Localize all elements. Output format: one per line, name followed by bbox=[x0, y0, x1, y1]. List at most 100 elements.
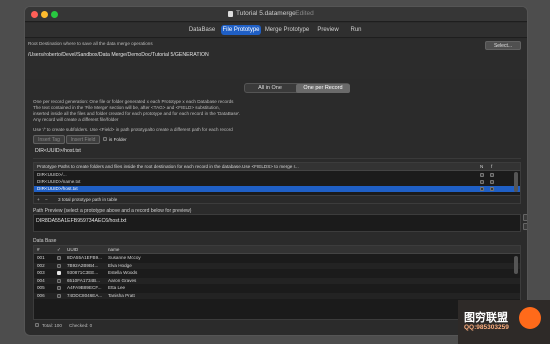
database-scrollbar[interactable] bbox=[514, 256, 518, 274]
divider bbox=[33, 158, 521, 159]
is-folder-checkbox[interactable] bbox=[103, 137, 107, 141]
root-destination-label: Root Destination where to save all the d… bbox=[28, 41, 153, 46]
record-checkbox[interactable] bbox=[57, 256, 61, 260]
record-checkbox[interactable] bbox=[57, 271, 61, 275]
record-number: 001 bbox=[37, 255, 45, 260]
database-row[interactable]: 006 74DDC8046EA... Tanisha Pratt bbox=[34, 292, 520, 299]
record-name: Estella Woods bbox=[108, 270, 138, 275]
record-uuid: 74DDC8046EA... bbox=[67, 292, 103, 298]
database-table-header: # ✓ UUID name bbox=[34, 246, 520, 254]
root-destination-panel: Root Destination where to save all the d… bbox=[25, 39, 527, 79]
prototype-folder-checkbox[interactable] bbox=[490, 187, 494, 191]
copy-icon[interactable] bbox=[523, 214, 527, 221]
insert-field-button[interactable]: Insert Field bbox=[66, 135, 100, 144]
refresh-icon[interactable] bbox=[523, 223, 527, 230]
prototype-row[interactable]: DIR<UUID>/name.txt bbox=[34, 179, 520, 185]
database-checked: Checked: 0 bbox=[69, 323, 93, 328]
column-f-header: f bbox=[491, 164, 493, 169]
mode-all-in-one[interactable]: All in One bbox=[245, 84, 295, 93]
prototype-table-header-text: Prototype Paths to create folders and fi… bbox=[37, 164, 299, 169]
record-name: Susanne Mccoy bbox=[108, 255, 141, 260]
prototype-toolbar: Insert Tag Insert Field is Folder bbox=[33, 135, 173, 144]
prototype-table-footer: + − 3 total prototype path in table bbox=[34, 195, 520, 203]
app-window: Tutorial 5.datamerge — Edited DataBase F… bbox=[24, 6, 528, 336]
insert-tag-button[interactable]: Insert Tag bbox=[33, 135, 65, 144]
record-number: 006 bbox=[37, 292, 45, 298]
prototype-table-header: Prototype Paths to create folders and fi… bbox=[34, 163, 520, 171]
watermark-qq: QQ:985303259 bbox=[464, 324, 509, 331]
database-label: Data Base bbox=[33, 238, 57, 244]
zoom-window-button[interactable] bbox=[51, 11, 58, 18]
close-window-button[interactable] bbox=[31, 11, 38, 18]
record-name: Aaron Graves bbox=[108, 277, 137, 283]
root-destination-path: /Users/roberto/Devel/Sandbox/Data Merge/… bbox=[28, 52, 209, 58]
prototype-table: Prototype Paths to create folders and fi… bbox=[33, 162, 521, 204]
watermark: 图穷联盟 QQ:985303259 bbox=[458, 300, 550, 344]
database-total: Total: 100 bbox=[42, 323, 62, 328]
add-prototype-button[interactable]: + bbox=[37, 197, 40, 203]
prototype-count: 3 total prototype path in table bbox=[58, 197, 118, 202]
select-all-checkbox[interactable] bbox=[35, 323, 39, 327]
record-checkbox[interactable] bbox=[57, 278, 61, 283]
description-line-2: The text contained in the 'File Merge' s… bbox=[33, 105, 220, 110]
path-preview-value: DIR8DA55A1EFB959734AEC6/host.txt bbox=[36, 218, 127, 224]
tab-merge-prototype[interactable]: Merge Prototype bbox=[263, 25, 311, 35]
prototype-row-selected[interactable]: DIR<UUID>/host.txt bbox=[34, 186, 520, 192]
database-row[interactable]: 004 6510FA1734B... Aaron Graves bbox=[34, 277, 520, 284]
prototype-path: DIR<UUID>/name.txt bbox=[37, 179, 81, 184]
prototype-path: DIR<UUID>/host.txt bbox=[37, 186, 78, 191]
database-row[interactable]: 005 A4FA9B89ECF... Etta Lee bbox=[34, 285, 520, 291]
tab-file-prototype[interactable]: File Prototype bbox=[221, 25, 261, 35]
edited-indicator: — Edited bbox=[287, 10, 314, 17]
record-uuid: 7B92A2B9B4... bbox=[67, 262, 99, 268]
prototype-folder-checkbox[interactable] bbox=[490, 173, 494, 177]
database-row[interactable]: 001 8DA55A1EFB9... Susanne Mccoy bbox=[34, 255, 520, 261]
generation-mode-control: All in One One per Record bbox=[244, 83, 350, 93]
current-prototype-input[interactable]: DIR<UUID>/host.txt bbox=[35, 148, 81, 154]
record-number: 004 bbox=[37, 277, 45, 283]
column-name-header: name bbox=[108, 247, 120, 252]
prototype-row[interactable]: DIR<UUID>/... bbox=[34, 172, 520, 178]
tab-run[interactable]: Run bbox=[345, 25, 367, 35]
column-index-header: # bbox=[37, 247, 40, 252]
is-folder-label: is Folder bbox=[109, 137, 127, 142]
record-number: 003 bbox=[37, 270, 45, 275]
record-checkbox[interactable] bbox=[57, 286, 61, 290]
column-uuid-header: UUID bbox=[67, 247, 79, 252]
record-name: Tanisha Pratt bbox=[108, 292, 135, 298]
remove-prototype-button[interactable]: − bbox=[45, 197, 48, 203]
record-uuid: 8DA55A1EFB9... bbox=[67, 255, 102, 260]
column-check-header: ✓ bbox=[57, 247, 61, 252]
description-line-3: inserted inside all the files and folder… bbox=[33, 111, 241, 116]
record-name: Etta Lee bbox=[108, 285, 126, 290]
path-preview-field: DIR8DA55A1EFB959734AEC6/host.txt bbox=[33, 214, 521, 232]
flame-logo-icon bbox=[519, 307, 541, 329]
record-checkbox[interactable] bbox=[57, 263, 61, 268]
prototype-table-scrollbar[interactable] bbox=[514, 172, 518, 192]
document-icon bbox=[228, 11, 233, 17]
description-line-4: Any record will create a different file/… bbox=[33, 117, 119, 122]
database-table: # ✓ UUID name 001 8DA55A1EFB9... Susanne M… bbox=[33, 245, 521, 320]
description-line-1: One per record generation: One file or f… bbox=[33, 99, 234, 104]
select-root-button[interactable]: Select... bbox=[485, 41, 521, 50]
subfolder-hint: Use '/' to create subfolders. Use <Field… bbox=[33, 127, 233, 132]
database-row[interactable]: 002 7B92A2B9B4... Elva Hodge bbox=[34, 262, 520, 269]
record-name: Elva Hodge bbox=[108, 262, 132, 268]
minimize-window-button[interactable] bbox=[41, 11, 48, 18]
record-number: 002 bbox=[37, 262, 45, 268]
record-uuid: 930871C3EE... bbox=[67, 270, 99, 275]
tab-bar: DataBase File Prototype Merge Prototype … bbox=[25, 23, 527, 38]
database-row[interactable]: 003 930871C3EE... Estella Woods bbox=[34, 270, 520, 276]
prototype-n-checkbox[interactable] bbox=[480, 187, 484, 191]
record-checkbox[interactable] bbox=[57, 293, 61, 298]
prototype-path: DIR<UUID>/... bbox=[37, 172, 67, 177]
tab-preview[interactable]: Preview bbox=[313, 25, 343, 35]
tab-database[interactable]: DataBase bbox=[184, 25, 220, 35]
mode-one-per-record[interactable]: One per Record bbox=[296, 84, 350, 93]
title-bar: Tutorial 5.datamerge — Edited bbox=[25, 7, 527, 22]
column-n-header: N bbox=[480, 164, 484, 169]
prototype-n-checkbox[interactable] bbox=[480, 180, 484, 184]
prototype-n-checkbox[interactable] bbox=[480, 173, 484, 177]
prototype-folder-checkbox[interactable] bbox=[490, 180, 494, 184]
watermark-title: 图穷联盟 bbox=[464, 312, 508, 324]
